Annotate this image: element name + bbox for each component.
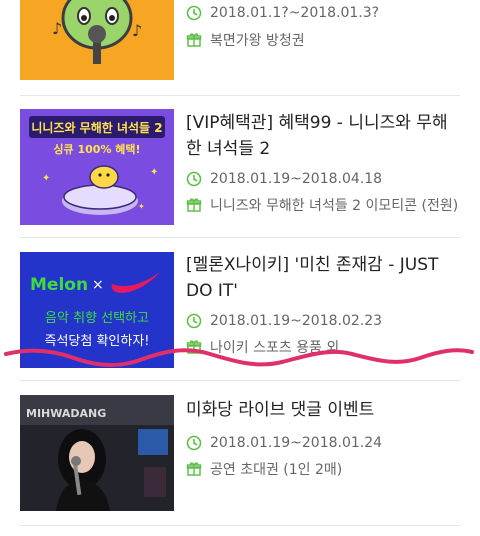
event-date-row: 2018.01.1?~2018.01.3? — [186, 5, 379, 21]
svg-text:✦: ✦ — [150, 167, 158, 178]
event-date: 2018.01.19~2018.01.24 — [210, 435, 383, 451]
thumbnail-line-1: 음악 취향 선택하고 — [45, 311, 149, 326]
event-card-2[interactable]: 니니즈와 무해한 녀석들 2 싱큐 100% 혜택! ✦ ✦ ✦ [VIP혜택관… — [0, 96, 480, 238]
event-card-3[interactable]: Melon × 음악 취향 선택하고 즉석당첨 확인하자! [멜론X나이키] '… — [0, 238, 480, 381]
event-date-row: 2018.01.19~2018.02.23 — [186, 313, 382, 329]
gift-icon — [186, 33, 202, 47]
clock-icon — [186, 435, 202, 451]
svg-text:♪: ♪ — [132, 21, 142, 40]
gift-icon — [186, 462, 202, 476]
melon-logo: Melon — [30, 275, 88, 295]
event-date: 2018.01.19~2018.04.18 — [210, 171, 383, 187]
event-reward-row: 니니즈와 무해한 녀석들 2 이모티콘 (전원) — [186, 195, 458, 215]
event-reward: 복면가왕 방청권 — [210, 33, 305, 49]
thumbnail-line-2: 즉석당첨 확인하자! — [44, 334, 149, 349]
event-date: 2018.01.19~2018.02.23 — [210, 313, 383, 329]
thumbnail-subline: 싱큐 100% 혜택! — [53, 142, 140, 156]
event-reward: 니니즈와 무해한 녀석들 2 이모티콘 (전원) — [210, 198, 459, 214]
clock-icon — [186, 5, 202, 21]
event-reward-row: 나이키 스포츠 용품 외 — [186, 337, 339, 357]
event-list: ♪ ♪ 2018.01.1?~2018.01.3? 복면가왕 방청권 니니즈와 … — [0, 0, 480, 536]
event-title[interactable]: [멜론X나이키] '미친 존재감 - JUST DO IT' — [186, 252, 462, 304]
event-thumbnail-4[interactable]: MIHWADANG — [20, 395, 174, 511]
event-thumbnail-1[interactable]: ♪ ♪ — [20, 0, 174, 80]
melon-nike-banner: Melon × 음악 취향 선택하고 즉석당첨 확인하자! — [20, 252, 174, 368]
divider — [20, 525, 460, 526]
svg-text:✦: ✦ — [138, 202, 145, 211]
event-card-1[interactable]: ♪ ♪ 2018.01.1?~2018.01.3? 복면가왕 방청권 — [0, 0, 480, 96]
venue-sign: MIHWADANG — [26, 407, 106, 420]
niniz-banner: 니니즈와 무해한 녀석들 2 싱큐 100% 혜택! ✦ ✦ ✦ — [20, 109, 174, 225]
event-reward-row: 공연 초대권 (1인 2매) — [186, 459, 342, 479]
event-reward: 나이키 스포츠 용품 외 — [210, 340, 340, 356]
event-thumbnail-2[interactable]: 니니즈와 무해한 녀석들 2 싱큐 100% 혜택! ✦ ✦ ✦ — [20, 109, 174, 225]
event-title[interactable]: [VIP혜택관] 혜택99 - 니니즈와 무해한 녀석들 2 — [186, 110, 462, 162]
mascot-illustration: ♪ ♪ — [52, 0, 142, 64]
thumbnail-headline: 니니즈와 무해한 녀석들 2 — [31, 120, 162, 135]
event-date-row: 2018.01.19~2018.04.18 — [186, 171, 382, 187]
collab-x: × — [92, 277, 104, 293]
event-reward: 공연 초대권 (1인 2매) — [210, 462, 343, 478]
event-card-4[interactable]: MIHWADANG 미화당 라이브 댓글 이벤트 2018.01.19~2018… — [0, 381, 480, 536]
mihwadang-live-photo: MIHWADANG — [20, 395, 174, 511]
gift-icon — [186, 198, 202, 212]
svg-text:✦: ✦ — [42, 173, 50, 184]
event-reward-row: 복면가왕 방청권 — [186, 30, 305, 50]
event-thumbnail-3[interactable]: Melon × 음악 취향 선택하고 즉석당첨 확인하자! — [20, 252, 174, 368]
clock-icon — [186, 171, 202, 187]
event-title[interactable]: 미화당 라이브 댓글 이벤트 — [186, 397, 462, 423]
gift-icon — [186, 340, 202, 354]
svg-text:♪: ♪ — [52, 19, 62, 38]
clock-icon — [186, 313, 202, 329]
event-date: 2018.01.1?~2018.01.3? — [210, 5, 380, 21]
event-date-row: 2018.01.19~2018.01.24 — [186, 435, 382, 451]
